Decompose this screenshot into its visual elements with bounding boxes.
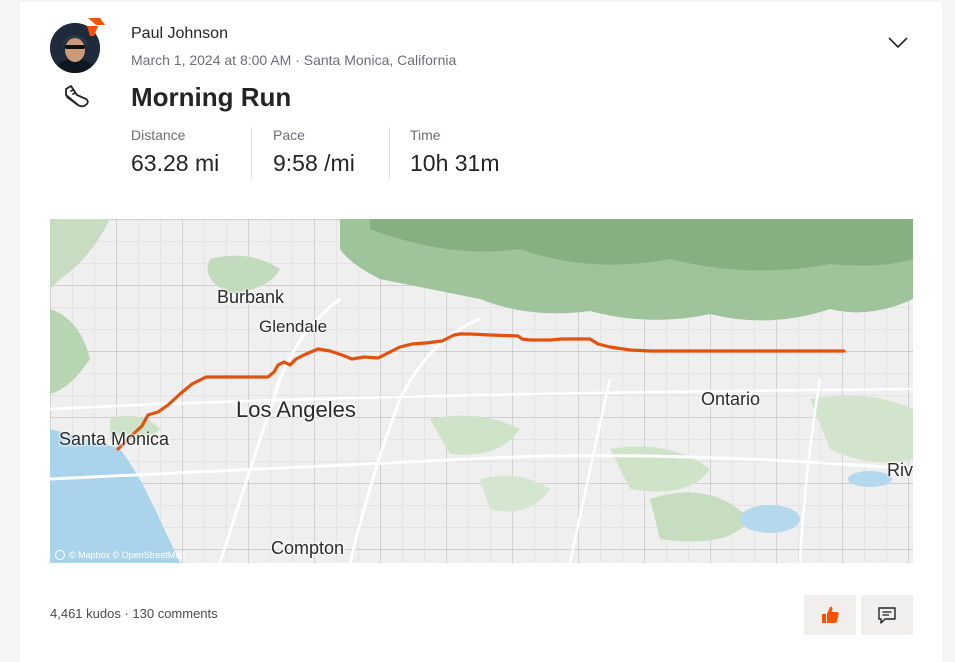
map-label-glendale: Glendale	[259, 317, 328, 336]
stat-label: Pace	[273, 127, 305, 143]
map-label-compton: Compton	[271, 538, 345, 558]
map-label-burbank: Burbank	[217, 287, 285, 307]
comment-icon	[878, 607, 896, 624]
stat-value: 63.28 mi	[131, 150, 220, 176]
stat-divider	[389, 127, 390, 179]
activity-meta: March 1, 2024 at 8:00 AM · Santa Monica,…	[131, 52, 457, 68]
kudos-comments-summary[interactable]: 4,461 kudos · 130 comments	[50, 606, 218, 621]
attribution-text: © Mapbox © OpenStreetMap	[69, 550, 186, 560]
map-label-santa-monica: Santa Monica	[59, 429, 170, 449]
subscriber-badge-icon	[84, 16, 106, 38]
route-map[interactable]: Burbank Glendale Los Angeles Santa Monic…	[50, 219, 913, 563]
stat-pace: Pace 9:58 /mi	[273, 126, 355, 180]
map-attribution[interactable]: © Mapbox © OpenStreetMap	[55, 550, 185, 560]
map-canvas	[50, 219, 913, 563]
stat-value: 10h 31m	[410, 150, 500, 176]
stat-time: Time 10h 31m	[410, 126, 500, 180]
options-chevron-button[interactable]	[884, 30, 912, 54]
comment-button[interactable]	[861, 595, 913, 635]
stat-distance: Distance 63.28 mi	[131, 126, 219, 180]
map-label-riverside: Riv	[887, 460, 913, 480]
map-label-ontario: Ontario	[701, 389, 761, 409]
running-shoe-icon	[60, 82, 92, 114]
mapbox-logo-icon	[55, 550, 65, 560]
chevron-down-icon	[888, 37, 908, 49]
stat-divider	[251, 127, 252, 179]
thumbs-up-icon	[822, 606, 839, 623]
activity-title[interactable]: Morning Run	[131, 82, 291, 113]
stat-label: Time	[410, 127, 441, 143]
stat-label: Distance	[131, 127, 186, 143]
athlete-name[interactable]: Paul Johnson	[131, 25, 228, 43]
map-label-los-angeles: Los Angeles	[236, 397, 356, 422]
kudos-button[interactable]	[804, 595, 856, 635]
stat-value: 9:58 /mi	[273, 150, 355, 176]
